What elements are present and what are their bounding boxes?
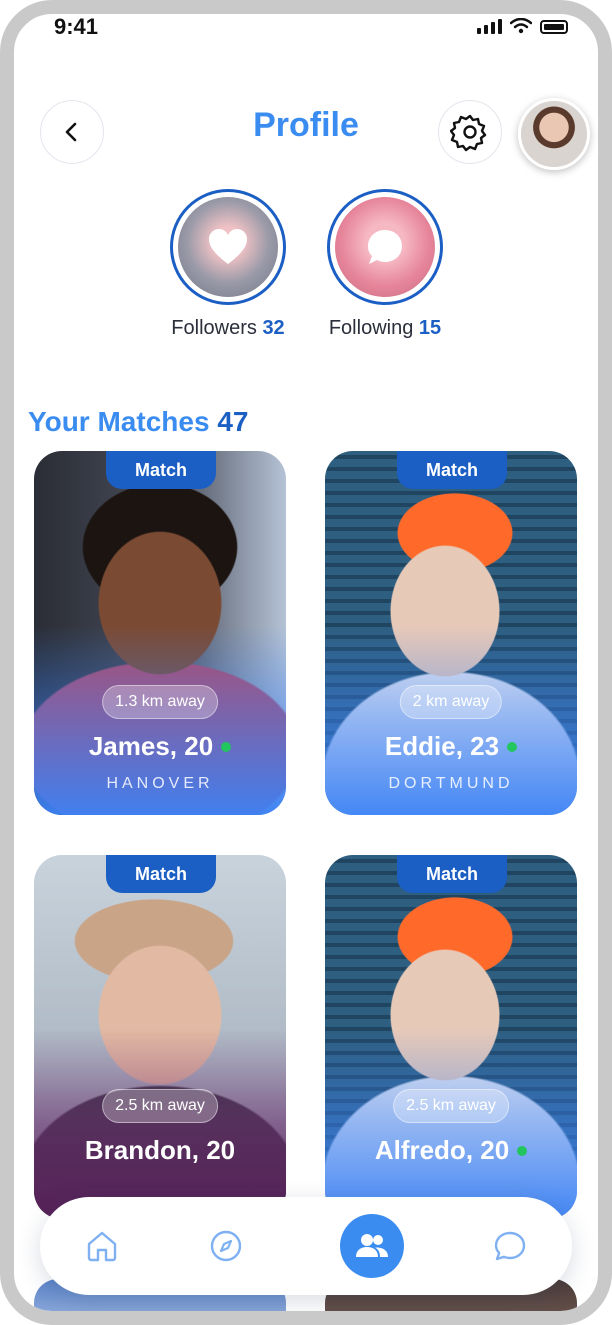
distance-pill: 2.5 km away [102,1089,218,1123]
followers-count: 32 [262,317,285,339]
avatar[interactable] [518,98,590,170]
status-time: 9:41 [54,14,99,39]
chat-icon [494,1231,526,1261]
match-tag: Match [397,451,507,489]
card-overlay [34,1029,286,1219]
header: Profile [14,84,598,170]
followers-stat[interactable]: Followers 32 [148,189,308,340]
match-card[interactable]: Match 2 km away Eddie, 23 DORTMUND [325,451,577,815]
following-ring [327,189,443,305]
online-indicator [517,1145,528,1156]
card-name-text: Eddie, 23 [384,731,500,761]
users-icon [356,1234,388,1257]
distance-pill: 2.5 km away [393,1089,509,1123]
followers-label: Followers 32 [148,317,308,340]
following-thumbnail [335,197,435,297]
phone-frame: 9:41 Profile Followers 32 Following 15 Y… [0,0,612,1325]
card-name-text: James, 20 [88,731,214,761]
page-title: Profile [253,106,359,144]
card-city: HANOVER [106,775,214,792]
distance-pill: 1.3 km away [102,685,218,719]
following-stat[interactable]: Following 15 [305,189,465,340]
distance-pill: 2 km away [399,685,503,719]
following-label: Following 15 [305,317,465,340]
status-bar: 9:41 [14,14,598,54]
card-name-text: Brandon, 20 [84,1135,236,1165]
online-indicator [221,741,232,752]
card-name: Alfredo, 20 [325,1135,577,1166]
signal-icon [477,18,502,34]
card-name: Brandon, 20 [34,1135,286,1166]
stats-section: Followers 32 Following 15 [14,189,598,359]
wifi-icon [510,18,532,34]
settings-button[interactable] [438,100,502,164]
matches-title: Your Matches [28,406,210,437]
following-count: 15 [418,317,442,339]
card-name: Eddie, 23 [325,731,577,762]
card-overlay [325,1029,577,1219]
bottom-nav [40,1197,572,1295]
nav-home-button[interactable] [70,1214,134,1278]
followers-ring [170,189,286,305]
match-tag: Match [106,855,216,893]
matches-count: 47 [217,406,249,437]
card-name: James, 20 [34,731,286,762]
compass-icon [210,1230,242,1262]
nav-explore-button[interactable] [194,1214,258,1278]
online-indicator [507,741,518,752]
card-city: DORTMUND [388,775,514,792]
match-card[interactable]: Match 2.5 km away Alfredo, 20 [325,855,577,1219]
followers-text: Followers [171,317,257,339]
heart-icon [209,229,247,264]
followers-thumbnail [178,197,278,297]
chat-bubble-icon [368,230,402,264]
match-tag: Match [106,451,216,489]
matches-heading: Your Matches 47 [28,406,248,438]
nav-matches-button[interactable] [340,1214,404,1278]
match-card[interactable]: Match 1.3 km away James, 20 HANOVER [34,451,286,815]
gear-icon [450,114,487,152]
home-icon [87,1231,117,1262]
battery-icon [540,20,568,34]
following-text: Following [328,317,414,339]
nav-chat-button[interactable] [478,1214,542,1278]
status-icons [477,18,568,34]
card-name-text: Alfredo, 20 [374,1135,510,1165]
match-tag: Match [397,855,507,893]
match-card[interactable]: Match 2.5 km away Brandon, 20 [34,855,286,1219]
